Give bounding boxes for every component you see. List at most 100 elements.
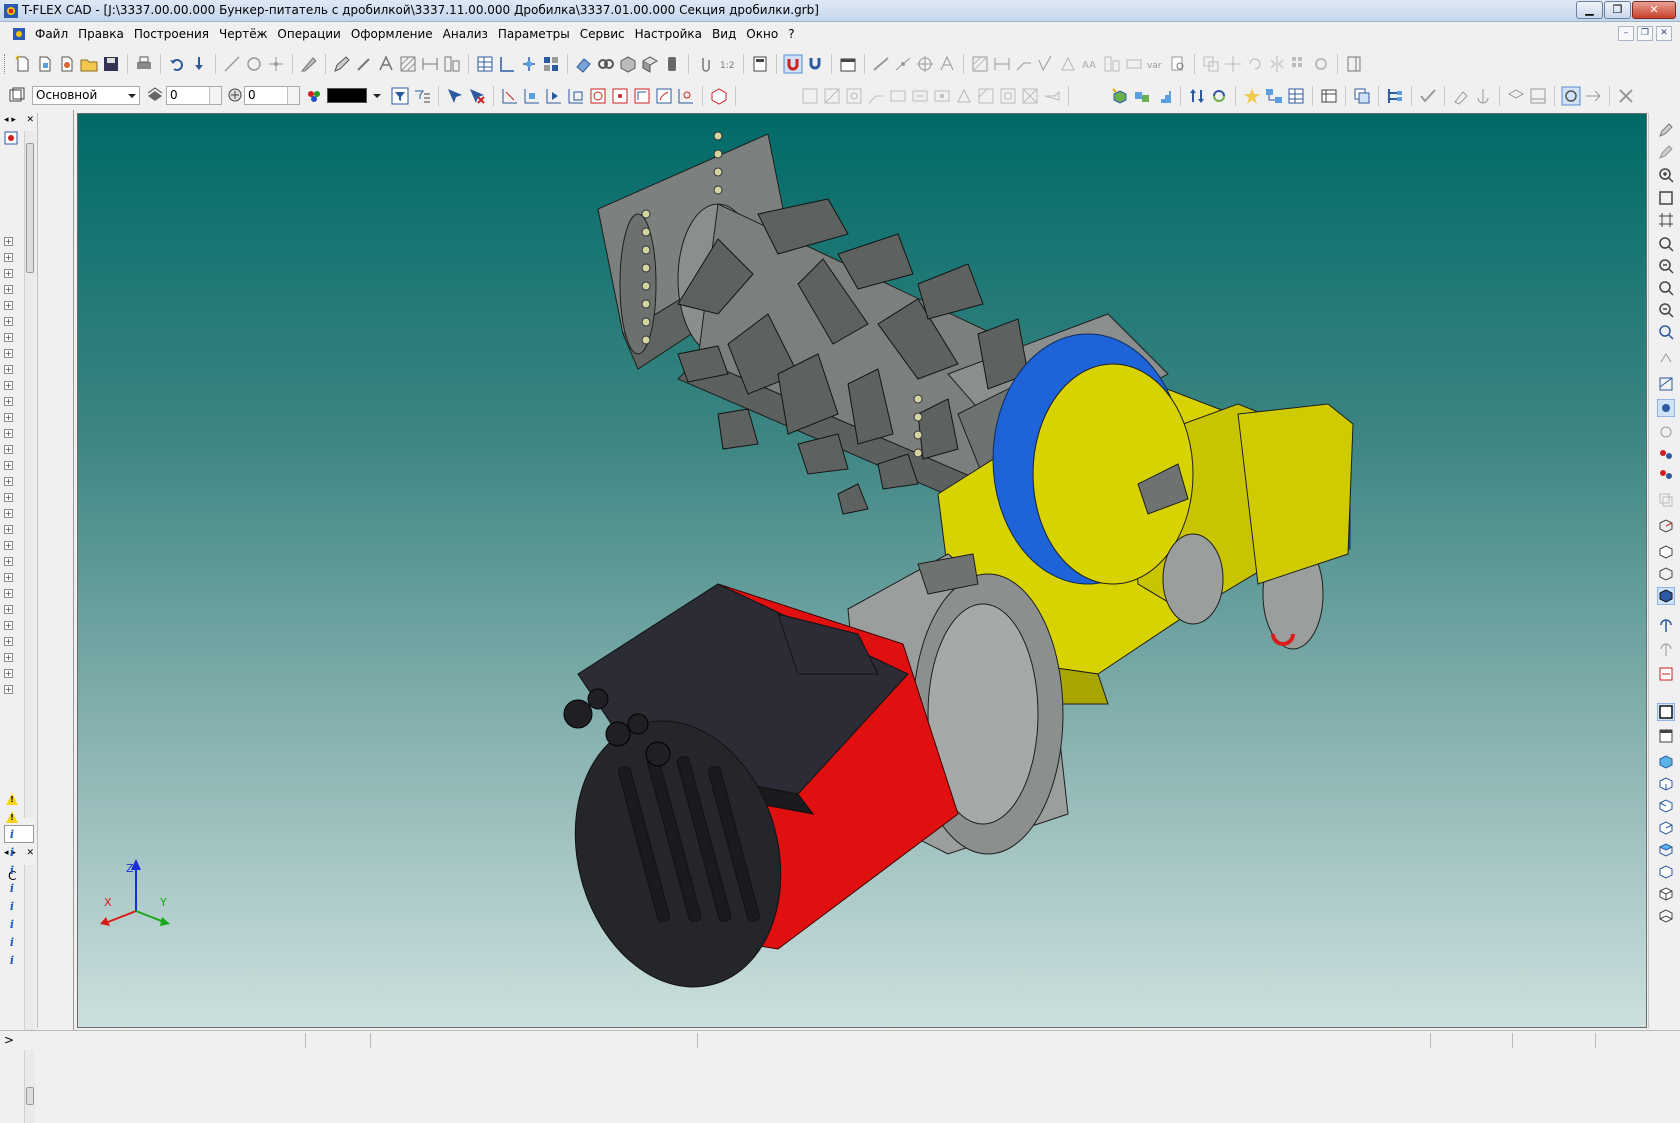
camera-icon[interactable] xyxy=(1657,399,1675,417)
zoom-icon[interactable] xyxy=(1657,235,1675,253)
select-all-icon[interactable] xyxy=(445,86,465,106)
dimension-2-icon[interactable] xyxy=(992,54,1012,74)
tree-expand-icon[interactable]: + xyxy=(4,413,13,422)
tree-expand-icon[interactable]: + xyxy=(4,237,13,246)
filter-d-icon[interactable] xyxy=(866,86,886,106)
redo-arrow-icon[interactable] xyxy=(189,54,209,74)
menu-service[interactable]: Сервис xyxy=(575,26,630,42)
line-icon[interactable] xyxy=(222,54,242,74)
copy-view-icon[interactable] xyxy=(1657,491,1675,509)
target-icon[interactable] xyxy=(915,54,935,74)
info-icon[interactable]: i xyxy=(6,847,18,859)
measure-icon[interactable] xyxy=(871,54,891,74)
doc-close-button[interactable]: ✕ xyxy=(1656,26,1672,41)
layers-icon[interactable] xyxy=(6,86,26,106)
sketch-icon[interactable] xyxy=(299,54,319,74)
window-icon[interactable] xyxy=(838,54,858,74)
pan-icon[interactable] xyxy=(1657,349,1675,367)
orbit-icon[interactable] xyxy=(1657,423,1675,441)
tree-expand-icon[interactable]: + xyxy=(4,333,13,342)
text-icon[interactable] xyxy=(376,54,396,74)
priority-spinbox[interactable]: 0 xyxy=(244,86,300,105)
axis-icon[interactable] xyxy=(497,54,517,74)
filter-c-icon[interactable] xyxy=(844,86,864,106)
pencil-icon[interactable] xyxy=(332,54,352,74)
tree-expand-icon[interactable]: + xyxy=(4,429,13,438)
filter-f-icon[interactable] xyxy=(910,86,930,106)
add-cube-icon[interactable] xyxy=(1110,86,1130,106)
hatch-2-icon[interactable] xyxy=(970,54,990,74)
zoom-plus-icon[interactable] xyxy=(1657,257,1675,275)
move-icon[interactable] xyxy=(1223,54,1243,74)
update-icon[interactable] xyxy=(1209,86,1229,106)
filter-j-icon[interactable] xyxy=(998,86,1018,106)
circle-icon[interactable] xyxy=(244,54,264,74)
drawing-sheet-icon[interactable] xyxy=(1528,86,1548,106)
view-right-icon[interactable] xyxy=(1657,819,1675,837)
view-icon[interactable] xyxy=(442,54,462,74)
tree-expand-icon[interactable]: + xyxy=(4,269,13,278)
assembly-tree-icon[interactable] xyxy=(1264,86,1284,106)
menu-format[interactable]: Оформление xyxy=(346,26,438,42)
tree-scrollbar[interactable] xyxy=(24,131,35,818)
pen-icon[interactable] xyxy=(354,54,374,74)
clip-icon[interactable] xyxy=(695,54,715,74)
level-spinbox[interactable]: 0 xyxy=(166,86,222,105)
tree-expand-icon[interactable]: + xyxy=(4,685,13,694)
messages-scroll-thumb[interactable] xyxy=(26,1087,34,1105)
tree-expand-icon[interactable]: + xyxy=(4,653,13,662)
info-icon[interactable]: i xyxy=(6,901,18,913)
menu-analysis[interactable]: Анализ xyxy=(438,26,493,42)
vertical-splitter[interactable] xyxy=(40,110,74,1030)
view-bottom-icon[interactable] xyxy=(1657,863,1675,881)
spin-arrows-icon[interactable] xyxy=(287,87,299,104)
leader-icon[interactable] xyxy=(1014,54,1034,74)
table-icon[interactable] xyxy=(475,54,495,74)
tree-expand-icon[interactable]: + xyxy=(4,509,13,518)
letter-icon[interactable]: AA xyxy=(1080,54,1100,74)
select-lcs-icon[interactable] xyxy=(632,86,652,106)
array-icon[interactable] xyxy=(1289,54,1309,74)
menu-parameters[interactable]: Параметры xyxy=(493,26,575,42)
cubes-icon[interactable] xyxy=(1132,86,1152,106)
variables-icon[interactable]: 1:2 xyxy=(717,54,737,74)
hatch-icon[interactable] xyxy=(398,54,418,74)
panel-toggle-icon[interactable] xyxy=(1344,54,1364,74)
measure-2-icon[interactable] xyxy=(893,54,913,74)
section-icon[interactable] xyxy=(1124,54,1144,74)
node-icon[interactable] xyxy=(266,54,286,74)
tree-expand-icon[interactable]: + xyxy=(4,557,13,566)
close-button[interactable]: ✕ xyxy=(1632,1,1676,19)
pin-icon[interactable]: ◂ ▸ xyxy=(4,115,16,127)
roughness-icon[interactable] xyxy=(1036,54,1056,74)
anchor-icon[interactable] xyxy=(1473,86,1493,106)
tree-expand-icon[interactable]: + xyxy=(4,445,13,454)
tree-expand-icon[interactable]: + xyxy=(4,317,13,326)
filter-icon[interactable] xyxy=(390,86,410,106)
magnet-icon[interactable] xyxy=(805,54,825,74)
check-pencil-icon[interactable] xyxy=(1657,143,1675,161)
menu-operations[interactable]: Операции xyxy=(272,26,345,42)
view-front-icon[interactable] xyxy=(1657,753,1675,771)
copy-icon[interactable] xyxy=(1201,54,1221,74)
menu-drawing[interactable]: Чертёж xyxy=(214,26,272,42)
wireframe-view-icon[interactable] xyxy=(1657,565,1675,583)
sync-icon[interactable] xyxy=(1187,86,1207,106)
menu-view[interactable]: Вид xyxy=(707,26,741,42)
render-icon[interactable] xyxy=(1657,445,1675,463)
menu-file[interactable]: Файл xyxy=(30,26,73,42)
spec-table-icon[interactable] xyxy=(1286,86,1306,106)
save-icon[interactable] xyxy=(101,54,121,74)
zoom-window-icon[interactable] xyxy=(1657,211,1675,229)
select-faces-icon[interactable] xyxy=(522,86,542,106)
tree-expand-icon[interactable]: + xyxy=(4,301,13,310)
zoom-extents-icon[interactable] xyxy=(1657,189,1675,207)
fragment-icon[interactable] xyxy=(519,54,539,74)
doc-windows-icon[interactable] xyxy=(1352,86,1372,106)
text-2-icon[interactable] xyxy=(937,54,957,74)
dimension-icon[interactable] xyxy=(420,54,440,74)
open-folder-icon[interactable] xyxy=(79,54,99,74)
weld-icon[interactable] xyxy=(1451,86,1471,106)
toolbar-grip[interactable] xyxy=(4,54,7,74)
zoom-in-icon[interactable] xyxy=(1657,166,1675,184)
